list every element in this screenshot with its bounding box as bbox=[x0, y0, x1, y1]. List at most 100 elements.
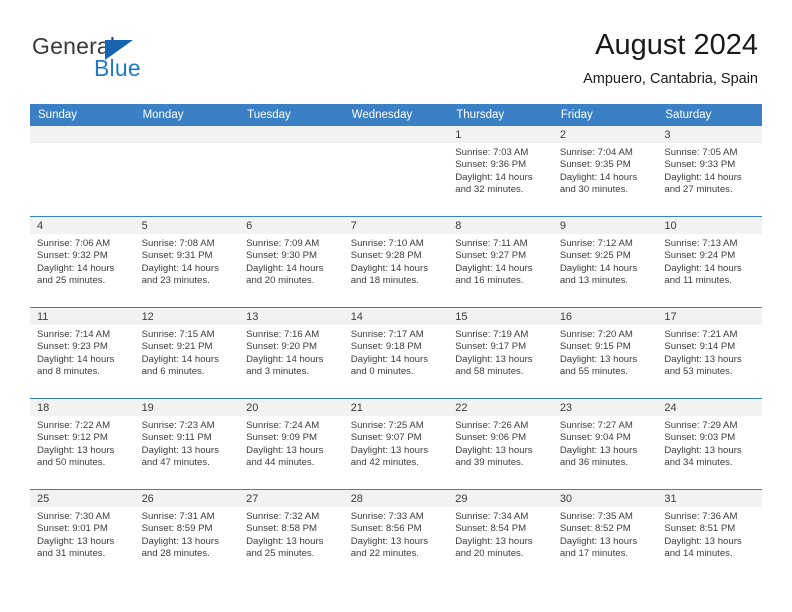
day-cell-content: 25 Sunrise: 7:30 AM Sunset: 9:01 PM Dayligh… bbox=[30, 490, 135, 580]
sunrise-text: Sunrise: 7:23 AM bbox=[141, 420, 215, 431]
sunset-text: Sunset: 9:33 PM bbox=[664, 159, 736, 171]
calendar-day-cell[interactable]: 10 Sunrise: 7:13 AM Sunset: 9:24 PM Dayligh… bbox=[657, 216, 762, 308]
calendar-day-cell[interactable]: 28 Sunrise: 7:33 AM Sunset: 8:56 PM Dayligh… bbox=[343, 489, 449, 580]
calendar-day-cell[interactable]: 12 Sunrise: 7:15 AM Sunset: 9:21 PM Dayligh… bbox=[134, 307, 240, 399]
sunset-text: Sunset: 9:11 PM bbox=[141, 432, 212, 444]
calendar-day-cell[interactable]: 4 Sunrise: 7:06 AM Sunset: 9:32 PM Daylight… bbox=[30, 216, 135, 308]
sunset-text: Sunset: 9:25 PM bbox=[559, 250, 631, 262]
daylight-text-line2: and 28 minutes. bbox=[141, 548, 210, 560]
sunset-text: Sunset: 9:18 PM bbox=[350, 341, 422, 353]
calendar-day-cell[interactable]: 16 Sunrise: 7:20 AM Sunset: 9:15 PM Dayligh… bbox=[552, 307, 658, 399]
calendar-day-cell[interactable]: 24 Sunrise: 7:29 AM Sunset: 9:03 PM Dayligh… bbox=[657, 398, 762, 490]
calendar-day-cell[interactable]: 3 Sunrise: 7:05 AM Sunset: 9:33 PM Daylight… bbox=[657, 126, 762, 217]
daylight-text-line2: and 0 minutes. bbox=[350, 366, 414, 378]
calendar-week-row: 4 Sunrise: 7:06 AM Sunset: 9:32 PM Daylight… bbox=[30, 216, 762, 308]
calendar-day-cell[interactable] bbox=[239, 126, 344, 217]
daylight-text-line1: Daylight: 14 hours bbox=[350, 353, 429, 365]
day-number: 6 bbox=[239, 217, 344, 234]
sun-info: Sunrise: 7:17 AM Sunset: 9:18 PM Daylight:… bbox=[344, 325, 449, 379]
daylight-text-line1: Daylight: 14 hours bbox=[559, 262, 638, 274]
calendar-day-cell[interactable]: 11 Sunrise: 7:14 AM Sunset: 9:23 PM Dayligh… bbox=[30, 307, 135, 399]
calendar-day-cell[interactable]: 31 Sunrise: 7:36 AM Sunset: 8:51 PM Dayligh… bbox=[657, 489, 762, 580]
sunrise-text: Sunrise: 7:15 AM bbox=[141, 329, 215, 340]
sunset-text: Sunset: 9:24 PM bbox=[664, 250, 736, 262]
day-cell-content: 21 Sunrise: 7:25 AM Sunset: 9:07 PM Dayligh… bbox=[343, 399, 449, 489]
day-number: 30 bbox=[552, 490, 658, 507]
day-number: 14 bbox=[343, 308, 449, 325]
calendar-day-cell[interactable]: 15 Sunrise: 7:19 AM Sunset: 9:17 PM Dayligh… bbox=[448, 307, 553, 399]
daylight-text-line2: and 58 minutes. bbox=[455, 366, 524, 378]
logo-text-blue: Blue bbox=[94, 55, 141, 81]
calendar-day-cell[interactable] bbox=[134, 126, 240, 217]
day-cell-content: 1 Sunrise: 7:03 AM Sunset: 9:36 PM Daylight… bbox=[448, 126, 553, 216]
day-cell-content: 2 Sunrise: 7:04 AM Sunset: 9:35 PM Daylight… bbox=[552, 126, 658, 216]
sunrise-text: Sunrise: 7:22 AM bbox=[37, 420, 111, 431]
sunrise-text: Sunrise: 7:17 AM bbox=[350, 329, 424, 340]
sunrise-text: Sunrise: 7:05 AM bbox=[664, 147, 738, 158]
calendar-day-cell[interactable]: 1 Sunrise: 7:03 AM Sunset: 9:36 PM Daylight… bbox=[448, 126, 553, 217]
calendar-day-cell[interactable]: 26 Sunrise: 7:31 AM Sunset: 8:59 PM Dayligh… bbox=[134, 489, 240, 580]
sunset-text: Sunset: 9:07 PM bbox=[350, 432, 422, 444]
calendar-day-cell[interactable]: 9 Sunrise: 7:12 AM Sunset: 9:25 PM Daylight… bbox=[552, 216, 658, 308]
calendar-grid: Sunday Monday Tuesday Wednesday Thursday… bbox=[30, 104, 762, 580]
sunrise-text: Sunrise: 7:24 AM bbox=[246, 420, 320, 431]
daylight-text-line2: and 8 minutes. bbox=[37, 366, 100, 378]
calendar-day-cell[interactable]: 29 Sunrise: 7:34 AM Sunset: 8:54 PM Dayligh… bbox=[448, 489, 553, 580]
daylight-text-line2: and 36 minutes. bbox=[559, 457, 629, 469]
calendar-day-cell[interactable]: 5 Sunrise: 7:08 AM Sunset: 9:31 PM Daylight… bbox=[134, 216, 240, 308]
daylight-text-line2: and 3 minutes. bbox=[246, 366, 310, 378]
calendar-day-cell[interactable]: 23 Sunrise: 7:27 AM Sunset: 9:04 PM Dayligh… bbox=[552, 398, 658, 490]
calendar-day-cell[interactable]: 13 Sunrise: 7:16 AM Sunset: 9:20 PM Dayligh… bbox=[239, 307, 344, 399]
daylight-text-line2: and 50 minutes. bbox=[37, 457, 106, 469]
calendar-day-cell[interactable]: 22 Sunrise: 7:26 AM Sunset: 9:06 PM Dayligh… bbox=[448, 398, 553, 490]
calendar-day-cell[interactable]: 18 Sunrise: 7:22 AM Sunset: 9:12 PM Dayligh… bbox=[30, 398, 135, 490]
sunset-text: Sunset: 9:12 PM bbox=[37, 432, 108, 444]
sunrise-text: Sunrise: 7:16 AM bbox=[246, 329, 320, 340]
calendar-day-cell[interactable]: 14 Sunrise: 7:17 AM Sunset: 9:18 PM Dayligh… bbox=[343, 307, 449, 399]
calendar-day-cell[interactable]: 27 Sunrise: 7:32 AM Sunset: 8:58 PM Dayligh… bbox=[239, 489, 344, 580]
sun-info: Sunrise: 7:04 AM Sunset: 9:35 PM Daylight:… bbox=[553, 143, 658, 197]
day-cell-content: 16 Sunrise: 7:20 AM Sunset: 9:15 PM Dayligh… bbox=[552, 308, 658, 398]
general-blue-logo[interactable]: General Blue bbox=[32, 33, 212, 85]
day-number: 28 bbox=[343, 490, 449, 507]
daylight-text-line2: and 13 minutes. bbox=[559, 275, 629, 287]
sunset-text: Sunset: 9:21 PM bbox=[141, 341, 213, 353]
sunrise-text: Sunrise: 7:09 AM bbox=[246, 238, 320, 249]
day-cell-content: 18 Sunrise: 7:22 AM Sunset: 9:12 PM Dayligh… bbox=[30, 399, 135, 489]
daylight-text-line1: Daylight: 13 hours bbox=[246, 535, 324, 547]
calendar-day-cell[interactable]: 8 Sunrise: 7:11 AM Sunset: 9:27 PM Daylight… bbox=[448, 216, 553, 308]
calendar-day-cell[interactable]: 25 Sunrise: 7:30 AM Sunset: 9:01 PM Dayligh… bbox=[30, 489, 135, 580]
sun-info: Sunrise: 7:29 AM Sunset: 9:03 PM Daylight:… bbox=[657, 416, 762, 470]
sunrise-text: Sunrise: 7:21 AM bbox=[664, 329, 738, 340]
daylight-text-line1: Daylight: 13 hours bbox=[455, 535, 533, 547]
day-cell-content: 30 Sunrise: 7:35 AM Sunset: 8:52 PM Dayligh… bbox=[552, 490, 658, 580]
daylight-text-line1: Daylight: 14 hours bbox=[246, 262, 324, 274]
day-number: 26 bbox=[134, 490, 240, 507]
calendar-week-row: 18 Sunrise: 7:22 AM Sunset: 9:12 PM Dayligh… bbox=[30, 398, 762, 490]
calendar-day-cell[interactable] bbox=[30, 126, 135, 217]
calendar-day-cell[interactable]: 21 Sunrise: 7:25 AM Sunset: 9:07 PM Dayligh… bbox=[343, 398, 449, 490]
daylight-text-line1: Daylight: 13 hours bbox=[559, 353, 638, 365]
daylight-text-line1: Daylight: 13 hours bbox=[559, 444, 638, 456]
day-number: 13 bbox=[239, 308, 344, 325]
calendar-day-cell[interactable]: 7 Sunrise: 7:10 AM Sunset: 9:28 PM Daylight… bbox=[343, 216, 449, 308]
sun-info: Sunrise: 7:36 AM Sunset: 8:51 PM Daylight:… bbox=[657, 507, 762, 561]
calendar-day-cell[interactable]: 30 Sunrise: 7:35 AM Sunset: 8:52 PM Dayligh… bbox=[552, 489, 658, 580]
day-number: 12 bbox=[134, 308, 240, 325]
calendar-day-cell[interactable]: 20 Sunrise: 7:24 AM Sunset: 9:09 PM Dayligh… bbox=[239, 398, 344, 490]
daylight-text-line1: Daylight: 13 hours bbox=[141, 444, 219, 456]
calendar-day-cell[interactable]: 2 Sunrise: 7:04 AM Sunset: 9:35 PM Daylight… bbox=[552, 126, 658, 217]
daylight-text-line1: Daylight: 14 hours bbox=[246, 353, 324, 365]
day-number: 17 bbox=[657, 308, 762, 325]
calendar-day-cell[interactable] bbox=[343, 126, 449, 217]
daylight-text-line2: and 22 minutes. bbox=[350, 548, 419, 560]
day-cell-content: 23 Sunrise: 7:27 AM Sunset: 9:04 PM Dayligh… bbox=[552, 399, 658, 489]
calendar-week-row: 11 Sunrise: 7:14 AM Sunset: 9:23 PM Dayligh… bbox=[30, 307, 762, 399]
daylight-text-line1: Daylight: 13 hours bbox=[664, 353, 742, 365]
daylight-text-line2: and 30 minutes. bbox=[559, 184, 629, 196]
calendar-day-cell[interactable]: 17 Sunrise: 7:21 AM Sunset: 9:14 PM Dayligh… bbox=[657, 307, 762, 399]
sunset-text: Sunset: 9:09 PM bbox=[246, 432, 318, 444]
calendar-day-cell[interactable]: 19 Sunrise: 7:23 AM Sunset: 9:11 PM Dayligh… bbox=[134, 398, 240, 490]
calendar-day-cell[interactable]: 6 Sunrise: 7:09 AM Sunset: 9:30 PM Daylight… bbox=[239, 216, 344, 308]
sun-info: Sunrise: 7:09 AM Sunset: 9:30 PM Daylight:… bbox=[239, 234, 344, 288]
